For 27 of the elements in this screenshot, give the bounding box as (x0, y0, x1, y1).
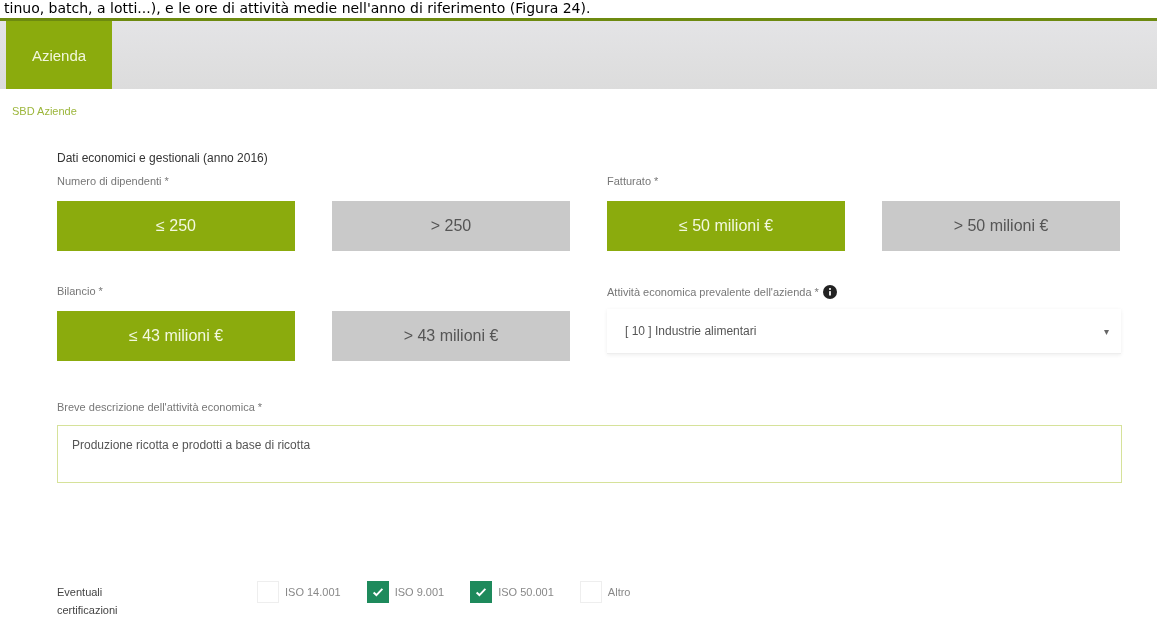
field-label: Attività economica prevalente dell'azienda * (607, 286, 819, 298)
field-label: Bilancio * (57, 285, 104, 297)
field-label: Numero di dipendenti * (57, 175, 170, 187)
choice-button[interactable]: > 250 (332, 201, 570, 251)
checkbox-label: ISO 50.001 (498, 586, 554, 598)
choice-button[interactable]: ≤ 50 milioni € (607, 201, 845, 251)
section-title: Dati economici e gestionali (anno 2016) (57, 151, 269, 165)
breadcrumb-link[interactable]: SBD Aziende (12, 105, 77, 117)
tab[interactable]: Azienda (6, 21, 112, 89)
checkbox-label: ISO 14.001 (285, 586, 341, 598)
checkbox[interactable] (366, 581, 389, 603)
checkbox-label: ISO 9.001 (394, 586, 445, 598)
choice-button[interactable]: > 43 milioni € (332, 311, 570, 361)
choice-button[interactable]: > 50 milioni € (882, 201, 1120, 251)
checkbox[interactable] (470, 581, 493, 603)
field-label: Breve descrizione dell'attività economica * (57, 401, 264, 413)
field-label: Fatturato * (607, 175, 660, 187)
field-label: Eventuali certificazioni (57, 585, 119, 617)
document-text: tinuo, batch, a lotti...), e le ore di attività medie nell'anno di riferimento (Figura 24). (3, 0, 592, 18)
check-icon (474, 585, 489, 599)
choice-button[interactable]: ≤ 250 (57, 201, 295, 251)
choice-button[interactable]: ≤ 43 milioni € (57, 311, 295, 361)
checkbox-label: Altro (607, 586, 631, 598)
description-field[interactable]: Produzione ricotta e prodotti a base di ricotta (57, 425, 1122, 483)
info-icon[interactable] (822, 285, 837, 299)
check-icon (370, 585, 385, 599)
activity-select[interactable]: [ 10 ] Industrie alimentari ▾ (607, 309, 1121, 354)
